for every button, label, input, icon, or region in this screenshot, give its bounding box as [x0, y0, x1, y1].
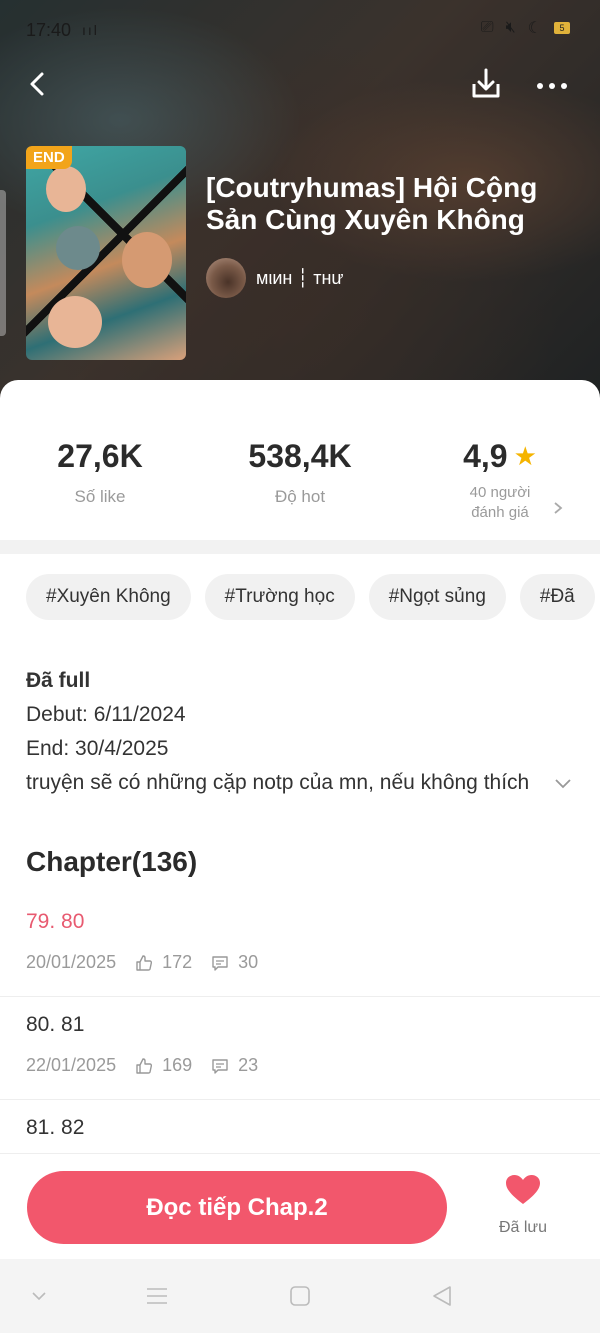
chevron-down-icon[interactable] [552, 772, 574, 794]
status-bar: 17:40 ııl ⎚ 🔇︎ ☾ 5 [0, 0, 600, 60]
chapter-likes: 172 [162, 952, 193, 972]
completion-status: Đã full [26, 669, 91, 692]
chapter-date: 20/01/2025 [26, 952, 117, 972]
cover-art [48, 296, 102, 348]
summary-text: truyện sẽ có những cặp notp của mn, nếu … [26, 771, 530, 794]
author-name: мιин ┆ тнư [256, 267, 344, 288]
comic-title: [Coutryhumas] Hội Cộng Sản Cùng Xuyên Kh… [206, 172, 538, 235]
chevron-down-icon [32, 1292, 46, 1301]
debut-date: Debut: 6/11/2024 [26, 703, 186, 726]
chapter-meta: 20/01/2025 172 30 [26, 952, 258, 973]
chapter-comments: 23 [238, 1055, 259, 1075]
tag-chip[interactable]: #Trường học [204, 574, 355, 620]
thumbs-up-icon [136, 954, 153, 971]
likes-label: Số like [74, 487, 126, 506]
status-icons: ⎚ 🔇︎ ☾ 5 [481, 18, 570, 38]
more-dots-icon [537, 83, 567, 89]
hot-label: Độ hot [274, 487, 326, 506]
comment-icon [212, 955, 228, 971]
hot-stat: 538,4K Độ hot [200, 438, 400, 507]
end-badge: END [26, 146, 72, 169]
nav-collapse-button[interactable] [22, 1281, 56, 1311]
back-arrow-icon [30, 72, 44, 96]
chapter-likes: 169 [162, 1055, 193, 1075]
chapter-row[interactable]: 79. 80 20/01/2025 172 30 [0, 894, 600, 997]
chapter-row[interactable]: 81. 82 [0, 1100, 600, 1154]
stats-card: 27,6K Số like 538,4K Độ hot 4,9 ★ 40 ngư… [0, 380, 600, 540]
description-summary[interactable]: truyện sẽ có những cặp notp của mn, nếu … [26, 766, 581, 800]
chapter-title: 81. 82 [26, 1116, 85, 1139]
rating-label-line1: 40 người [469, 484, 531, 501]
nav-menu-button[interactable] [140, 1281, 174, 1311]
side-handle[interactable] [0, 190, 6, 336]
chapter-comments: 30 [238, 952, 259, 972]
hot-value: 538,4K [248, 438, 352, 474]
cast-icon: ⎚ [480, 19, 494, 36]
tag-chip[interactable]: #Ngọt sủng [368, 574, 506, 620]
section-divider [0, 540, 600, 554]
likes-value: 27,6K [57, 438, 143, 474]
cover-art [122, 232, 172, 288]
chapter-meta: 22/01/2025 169 23 [26, 1055, 258, 1076]
thumbs-up-icon [136, 1057, 153, 1074]
saved-label: Đã lưu [498, 1219, 548, 1236]
signal-icon: ııl [82, 22, 99, 38]
bottom-action-bar: Đọc tiếp Chap.2 Đã lưu [0, 1153, 600, 1259]
chapter-heading: Chapter(136) [26, 846, 198, 877]
download-icon [472, 68, 500, 98]
back-triangle-icon [433, 1286, 451, 1306]
rating-count-label: 40 người đánh giá [400, 483, 600, 523]
menu-icon [147, 1288, 167, 1304]
chevron-right-icon[interactable] [550, 500, 566, 516]
rating-label-line2: đánh giá [471, 504, 529, 521]
chapter-title: 80. 81 [26, 1013, 85, 1036]
download-button[interactable] [466, 64, 506, 104]
rating-stat[interactable]: 4,9 ★ 40 người đánh giá [400, 438, 600, 523]
home-square-icon [290, 1286, 310, 1306]
moon-icon: ☾ [527, 20, 542, 37]
more-options-button[interactable] [532, 64, 572, 104]
saved-button[interactable]: Đã lưu [488, 1174, 558, 1237]
rating-value-row: 4,9 ★ [400, 438, 600, 475]
battery-icon: 5 [554, 22, 570, 34]
status-time: 17:40 [26, 20, 72, 40]
back-button[interactable] [20, 66, 56, 102]
rating-value: 4,9 [463, 438, 508, 474]
top-bar [0, 60, 600, 110]
system-nav-bar [0, 1259, 600, 1333]
tag-chip[interactable]: #Xuyên Không [26, 574, 191, 620]
mute-icon: 🔇︎ [505, 19, 516, 36]
nav-back-button[interactable] [425, 1281, 459, 1311]
star-icon: ★ [513, 441, 537, 471]
chapter-row[interactable]: 80. 81 22/01/2025 169 23 [0, 997, 600, 1100]
cover-art [46, 166, 86, 212]
author-link[interactable]: мιин ┆ тнư [206, 258, 343, 298]
end-date: End: 30/4/2025 [26, 737, 169, 760]
continue-reading-button[interactable]: Đọc tiếp Chap.2 [27, 1171, 447, 1244]
tag-list: #Xuyên Không #Trường học #Ngọt sủng #Đã [26, 574, 595, 620]
chapter-title: 79. 80 [26, 910, 85, 933]
avatar [206, 258, 246, 298]
chapter-date: 22/01/2025 [26, 1055, 117, 1075]
description: Đã full Debut: 6/11/2024 End: 30/4/2025 … [26, 664, 581, 800]
nav-home-button[interactable] [283, 1281, 317, 1311]
comic-details: #Xuyên Không #Trường học #Ngọt sủng #Đã … [0, 554, 600, 1154]
likes-stat: 27,6K Số like [0, 438, 200, 507]
comment-icon [212, 1058, 228, 1074]
heart-icon [506, 1175, 540, 1204]
tag-chip[interactable]: #Đã [519, 574, 595, 620]
cover-art [56, 226, 100, 270]
comic-cover[interactable] [26, 146, 186, 360]
